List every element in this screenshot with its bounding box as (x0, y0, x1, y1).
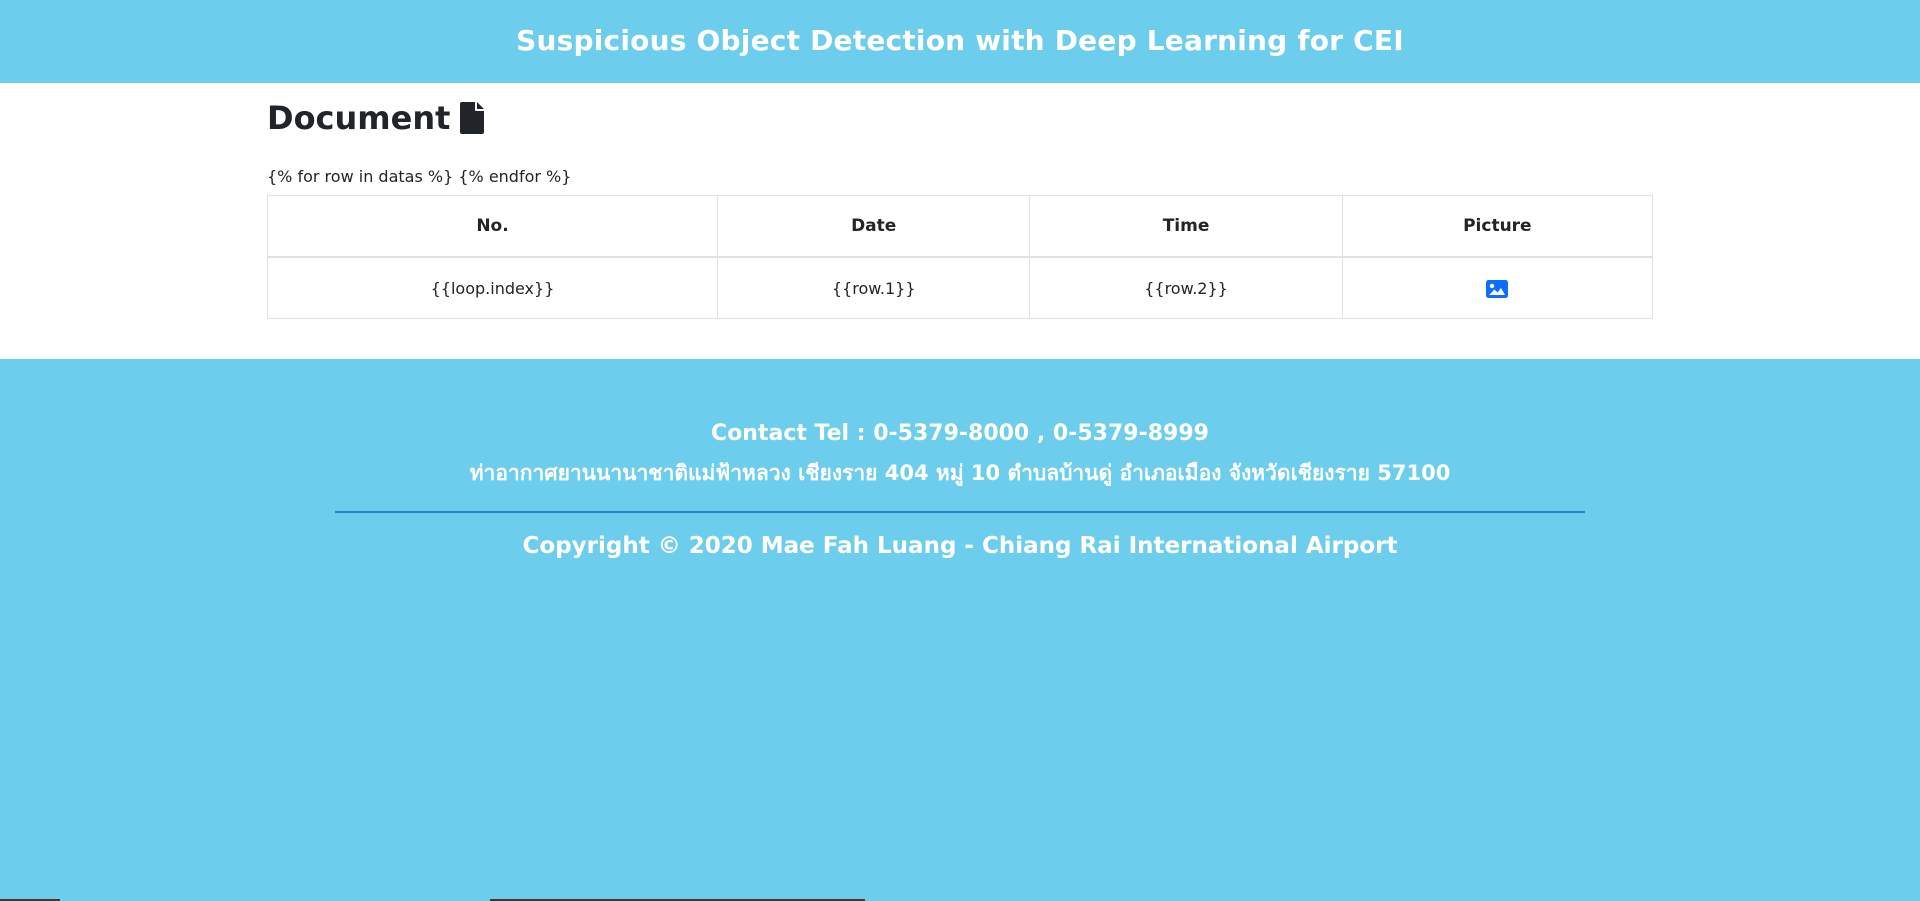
cell-no: {{loop.index}} (266, 256, 719, 319)
file-icon (460, 102, 485, 134)
site-header: Suspicious Object Detection with Deep Le… (0, 0, 1920, 83)
cell-date: {{row.1}} (717, 256, 1031, 319)
footer-divider (335, 511, 1585, 513)
column-header-date: Date (717, 195, 1031, 258)
footer-contact: Contact Tel : 0-5379-8000 , 0-5379-8999 (711, 421, 1209, 446)
column-header-no: No. (266, 195, 719, 258)
main-content: Document {% for row in datas %} {% endfo… (0, 83, 1920, 359)
cell-time: {{row.2}} (1029, 256, 1343, 319)
site-title: Suspicious Object Detection with Deep Le… (516, 23, 1404, 57)
cell-picture (1341, 256, 1654, 319)
footer-address: ท่าอากาศยานนานาชาติแม่ฟ้าหลวง เชียงราย 4… (469, 461, 1451, 485)
document-heading-text: Document (267, 99, 451, 137)
image-icon[interactable] (1486, 279, 1509, 298)
table-row: {{loop.index}} {{row.1}} {{row.2}} (266, 256, 1654, 319)
records-table: No. Date Time Picture {{loop.index}} {{r… (266, 195, 1654, 319)
site-footer: Contact Tel : 0-5379-8000 , 0-5379-8999 … (0, 359, 1920, 901)
template-loop-text: {% for row in datas %} {% endfor %} (267, 167, 572, 186)
table-header-row: No. Date Time Picture (266, 195, 1654, 258)
document-heading: Document (267, 99, 485, 137)
column-header-picture: Picture (1341, 195, 1654, 258)
page: Suspicious Object Detection with Deep Le… (0, 0, 1920, 901)
footer-copyright: Copyright © 2020 Mae Fah Luang - Chiang … (522, 533, 1398, 559)
column-header-time: Time (1029, 195, 1343, 258)
